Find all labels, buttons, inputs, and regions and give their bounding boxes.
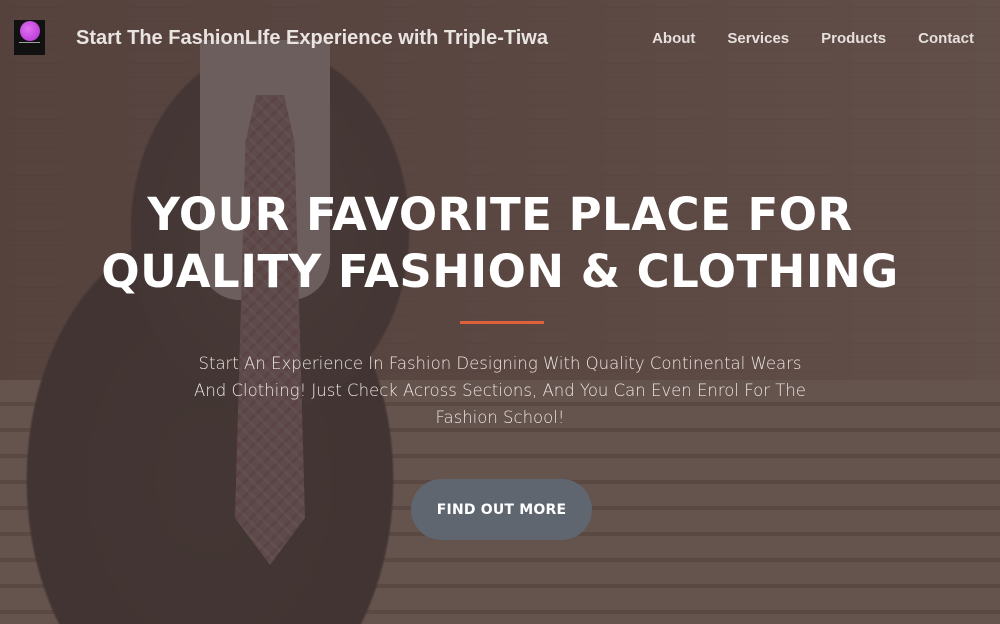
hero-headline-line-2: QUALITY FASHION & CLOTHING xyxy=(101,245,899,298)
headline-divider xyxy=(460,321,544,324)
nav-link-products[interactable]: Products xyxy=(821,30,886,47)
find-out-more-button[interactable]: FIND OUT MORE xyxy=(411,479,592,540)
nav-link-about[interactable]: About xyxy=(652,30,695,47)
hero-section: Start The FashionLIfe Experience with Tr… xyxy=(0,0,1000,624)
hero-headline-line-1: YOUR FAVORITE PLACE FOR xyxy=(147,188,853,241)
hero-lead-text: Start An Experience In Fashion Designing… xyxy=(194,354,806,427)
nav-link-services[interactable]: Services xyxy=(727,30,789,47)
navbar: Start The FashionLIfe Experience with Tr… xyxy=(0,0,1000,76)
triple-tiwa-logo-icon[interactable] xyxy=(14,20,45,55)
hero-headline: YOUR FAVORITE PLACE FOR QUALITY FASHION … xyxy=(100,186,900,300)
nav-links: About Services Products Contact xyxy=(652,30,974,47)
hero-content: YOUR FAVORITE PLACE FOR QUALITY FASHION … xyxy=(0,0,1000,624)
logo-circle xyxy=(19,21,40,41)
nav-link-contact[interactable]: Contact xyxy=(918,30,974,47)
brand-title[interactable]: Start The FashionLIfe Experience with Tr… xyxy=(76,27,548,50)
logo-script xyxy=(19,42,40,53)
